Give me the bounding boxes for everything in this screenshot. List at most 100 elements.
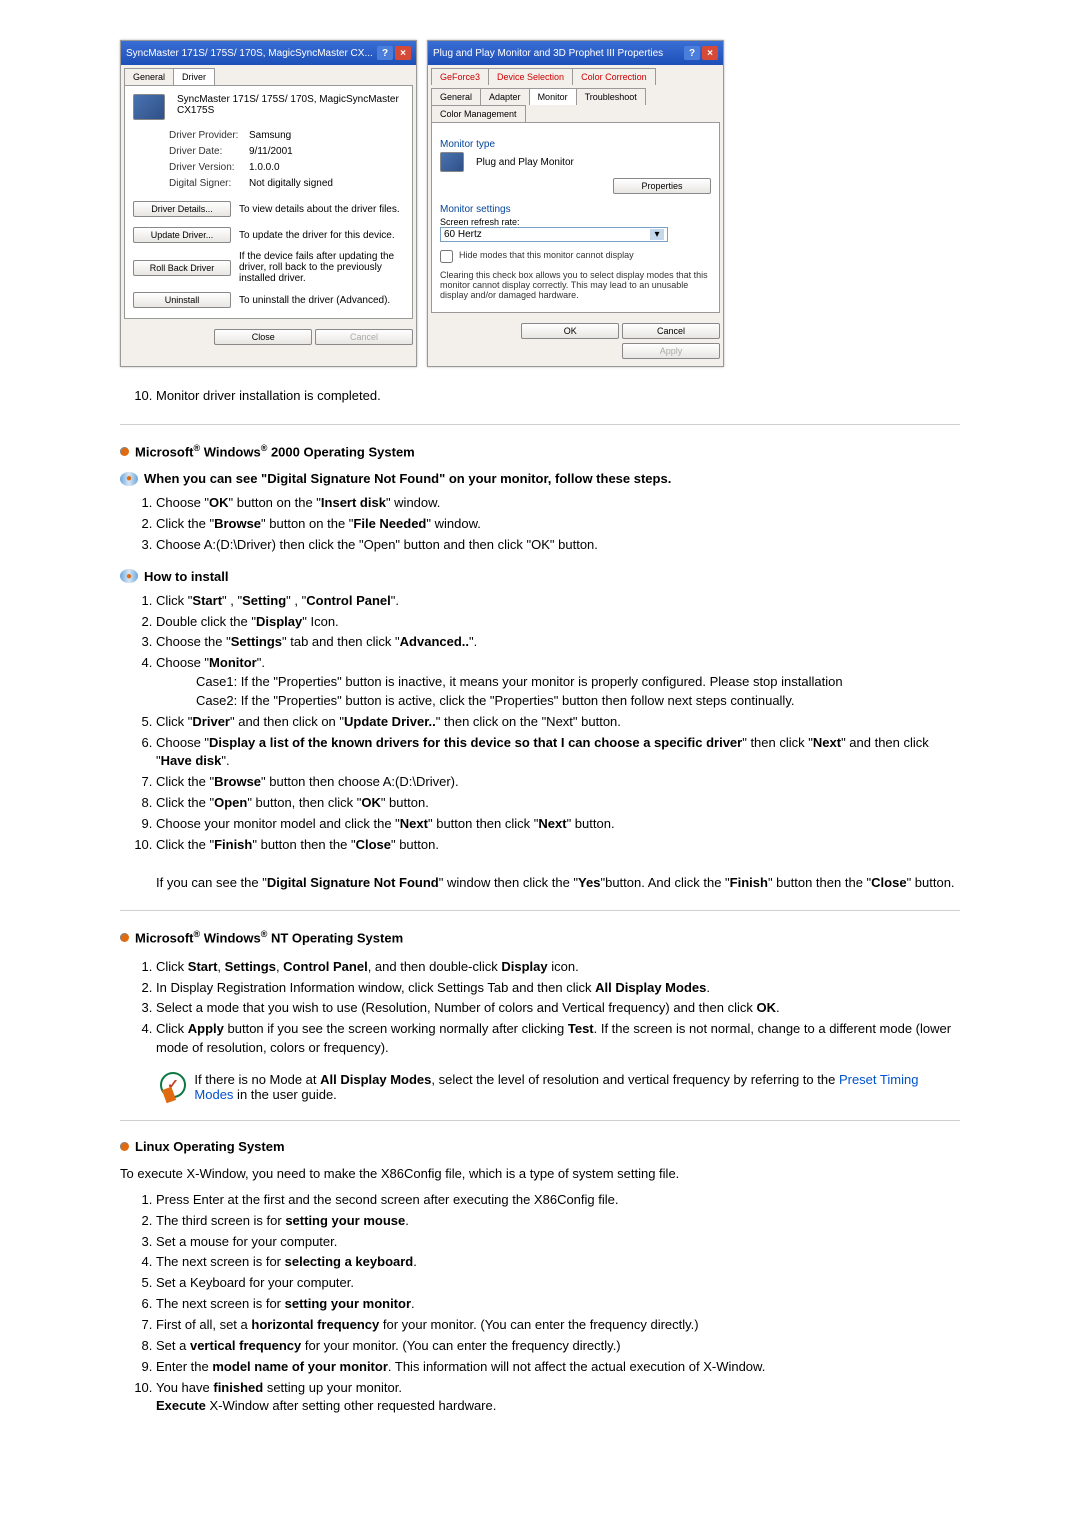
checkbox-input[interactable] — [440, 250, 453, 263]
tab-general[interactable]: General — [124, 68, 174, 85]
cancel-button[interactable]: Cancel — [622, 323, 720, 339]
list-item: Double click the "Display" Icon. — [156, 613, 960, 632]
version-label: Driver Version: — [169, 162, 249, 173]
win2000-header: Microsoft® Windows® 2000 Operating Syste… — [120, 443, 960, 459]
provider-label: Driver Provider: — [169, 130, 249, 141]
note-icon: ✓ — [160, 1072, 186, 1102]
apply-button: Apply — [622, 343, 720, 359]
step-10: Monitor driver installation is completed… — [156, 387, 960, 406]
tab-troubleshoot[interactable]: Troubleshoot — [576, 88, 646, 105]
close-icon[interactable]: × — [702, 46, 718, 60]
note-box: ✓ If there is no Mode at All Display Mod… — [160, 1072, 960, 1102]
help-icon[interactable]: ? — [684, 46, 700, 60]
note-text: If there is no Mode at All Display Modes… — [194, 1072, 960, 1102]
linux-steps: Press Enter at the first and the second … — [156, 1191, 960, 1416]
list-item: Click Apply button if you see the screen… — [156, 1020, 960, 1058]
tab-color-mgmt[interactable]: Color Management — [431, 105, 526, 122]
ok-button[interactable]: OK — [521, 323, 619, 339]
list-item: The third screen is for setting your mou… — [156, 1212, 960, 1231]
list-item: Choose "OK" button on the "Insert disk" … — [156, 494, 960, 513]
list-item: Choose your monitor model and click the … — [156, 815, 960, 834]
case2: Case2: If the "Properties" button is act… — [196, 692, 960, 711]
list-item: In Display Registration Information wind… — [156, 979, 960, 998]
titlebar: SyncMaster 171S/ 175S/ 170S, MagicSyncMa… — [121, 41, 416, 65]
list-item: Choose "Monitor". Case1: If the "Propert… — [156, 654, 960, 711]
divider — [120, 424, 960, 425]
tab-general[interactable]: General — [431, 88, 481, 105]
monitor-icon — [440, 152, 464, 172]
date-label: Driver Date: — [169, 146, 249, 157]
titlebar: Plug and Play Monitor and 3D Prophet III… — [428, 41, 723, 65]
driver-details-button[interactable]: Driver Details... — [133, 201, 231, 217]
warning-text: Clearing this check box allows you to se… — [440, 270, 711, 300]
signer-value: Not digitally signed — [249, 178, 333, 189]
signer-label: Digital Signer: — [169, 178, 249, 189]
dialog-screenshots: SyncMaster 171S/ 175S/ 170S, MagicSyncMa… — [120, 40, 960, 367]
close-button[interactable]: Close — [214, 329, 312, 345]
completion-list: Monitor driver installation is completed… — [156, 387, 960, 406]
list-item: Click the "Browse" button then choose A:… — [156, 773, 960, 792]
details-desc: To view details about the driver files. — [239, 204, 404, 215]
howto-steps: Click "Start" , "Setting" , "Control Pan… — [156, 592, 960, 893]
dsig-steps: Choose "OK" button on the "Insert disk" … — [156, 494, 960, 555]
cancel-button: Cancel — [315, 329, 413, 345]
divider — [120, 910, 960, 911]
help-icon[interactable]: ? — [377, 46, 393, 60]
winnt-header: Microsoft® Windows® NT Operating System — [120, 929, 960, 945]
rollback-button[interactable]: Roll Back Driver — [133, 260, 231, 276]
dialog-title: SyncMaster 171S/ 175S/ 170S, MagicSyncMa… — [126, 48, 373, 59]
list-item: First of all, set a horizontal frequency… — [156, 1316, 960, 1335]
list-item: Choose A:(D:\Driver) then click the "Ope… — [156, 536, 960, 555]
tab-geforce3[interactable]: GeForce3 — [431, 68, 489, 85]
monitor-properties-dialog: Plug and Play Monitor and 3D Prophet III… — [427, 40, 724, 367]
dsig-subheader: ● When you can see "Digital Signature No… — [120, 471, 960, 486]
list-item: You have finished setting up your monito… — [156, 1379, 960, 1417]
rollback-desc: If the device fails after updating the d… — [239, 251, 404, 284]
list-item: Set a vertical frequency for your monito… — [156, 1337, 960, 1356]
tab-device-selection[interactable]: Device Selection — [488, 68, 573, 85]
list-item: Set a mouse for your computer. — [156, 1233, 960, 1252]
list-item: Set a Keyboard for your computer. — [156, 1274, 960, 1293]
list-item: Select a mode that you wish to use (Reso… — [156, 999, 960, 1018]
monitor-type-label: Monitor type — [440, 139, 711, 150]
refresh-value: 60 Hertz — [444, 229, 482, 240]
info-icon: ● — [120, 472, 138, 486]
chevron-down-icon: ▾ — [650, 229, 664, 240]
list-item: The next screen is for setting your moni… — [156, 1295, 960, 1314]
update-driver-button[interactable]: Update Driver... — [133, 227, 231, 243]
info-icon: ● — [120, 569, 138, 583]
list-item: Press Enter at the first and the second … — [156, 1191, 960, 1210]
close-icon[interactable]: × — [395, 46, 411, 60]
list-item: Click the "Open" button, then click "OK"… — [156, 794, 960, 813]
refresh-label: Screen refresh rate: — [440, 217, 711, 227]
bullet-icon — [120, 447, 129, 456]
uninstall-button[interactable]: Uninstall — [133, 292, 231, 308]
list-item: Click the "Finish" button then the "Clos… — [156, 836, 960, 893]
hide-modes-checkbox[interactable]: Hide modes that this monitor cannot disp… — [440, 250, 634, 263]
list-item: Click "Driver" and then click on "Update… — [156, 713, 960, 732]
linux-intro: To execute X-Window, you need to make th… — [120, 1166, 960, 1181]
refresh-dropdown[interactable]: 60 Hertz ▾ — [440, 227, 668, 242]
case1: Case1: If the "Properties" button is ina… — [196, 673, 960, 692]
uninstall-desc: To uninstall the driver (Advanced). — [239, 295, 404, 306]
tab-adapter[interactable]: Adapter — [480, 88, 530, 105]
tab-driver[interactable]: Driver — [173, 68, 215, 85]
driver-properties-dialog: SyncMaster 171S/ 175S/ 170S, MagicSyncMa… — [120, 40, 417, 367]
list-item: Choose "Display a list of the known driv… — [156, 734, 960, 772]
bullet-icon — [120, 933, 129, 942]
list-item: Click "Start" , "Setting" , "Control Pan… — [156, 592, 960, 611]
dialog-title: Plug and Play Monitor and 3D Prophet III… — [433, 48, 663, 59]
winnt-steps: Click Start, Settings, Control Panel, an… — [156, 958, 960, 1058]
provider-value: Samsung — [249, 130, 291, 141]
list-item: Click the "Browse" button on the "File N… — [156, 515, 960, 534]
properties-button[interactable]: Properties — [613, 178, 711, 194]
monitor-icon — [133, 94, 165, 120]
divider — [120, 1120, 960, 1121]
hide-modes-label: Hide modes that this monitor cannot disp… — [459, 250, 634, 260]
tab-color-correction[interactable]: Color Correction — [572, 68, 656, 85]
list-item: The next screen is for selecting a keybo… — [156, 1253, 960, 1272]
bullet-icon — [120, 1142, 129, 1151]
list-item: Enter the model name of your monitor. Th… — [156, 1358, 960, 1377]
list-item: Choose the "Settings" tab and then click… — [156, 633, 960, 652]
tab-monitor[interactable]: Monitor — [529, 88, 577, 105]
